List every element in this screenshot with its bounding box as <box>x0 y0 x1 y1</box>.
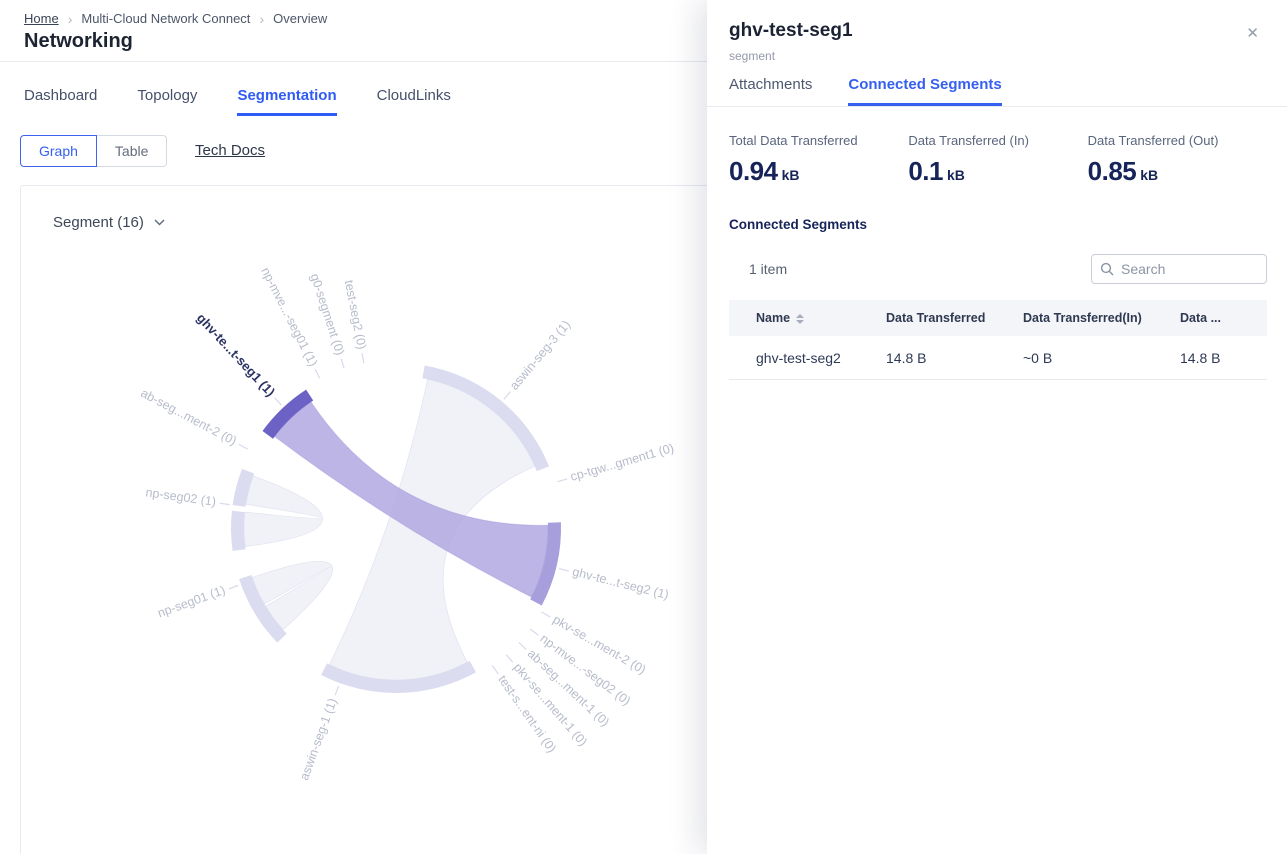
stat-value: 0.1 <box>908 156 943 186</box>
chord-tick <box>315 369 320 378</box>
table-row[interactable]: ghv-test-seg2 14.8 B ~0 B 14.8 B <box>729 336 1267 380</box>
column-header-data-in[interactable]: Data Transferred(In) <box>1023 311 1180 325</box>
stat-out: Data Transferred (Out) 0.85kB <box>1088 133 1267 187</box>
panel-header: ghv-test-seg1 ✕ segment Attachments Conn… <box>707 0 1287 106</box>
chord-tick <box>530 629 538 635</box>
chord-tick <box>504 392 510 400</box>
panel-title: ghv-test-seg1 <box>729 20 1265 42</box>
chevron-down-icon <box>154 219 165 226</box>
cell-data-out: 14.8 B <box>1180 350 1267 366</box>
tab-attachments[interactable]: Attachments <box>729 76 812 106</box>
breadcrumb-home-link[interactable]: Home <box>24 11 59 26</box>
table-view-button[interactable]: Table <box>97 135 167 167</box>
breadcrumb: Home › Multi-Cloud Network Connect › Ove… <box>24 11 327 26</box>
column-header-data-out[interactable]: Data ... <box>1180 311 1267 325</box>
segment-filter-dropdown[interactable]: Segment (16) <box>53 214 165 231</box>
chord-tick <box>542 612 551 617</box>
search-box <box>1091 254 1267 284</box>
graph-view-button[interactable]: Graph <box>20 135 97 167</box>
stats-row: Total Data Transferred 0.94kB Data Trans… <box>729 133 1267 187</box>
chord-label[interactable]: ghv-te...t-seg1 (1) <box>194 310 278 399</box>
stat-unit: kB <box>782 167 800 183</box>
chord-label[interactable]: test-seg2 (0) <box>342 279 369 351</box>
breadcrumb-separator-icon: › <box>68 12 73 26</box>
view-toggle: Graph Table <box>20 135 167 167</box>
sort-icon[interactable] <box>796 314 804 324</box>
chord-tick <box>519 643 526 650</box>
segment-filter-label: Segment (16) <box>53 214 144 231</box>
column-header-name[interactable]: Name <box>729 311 886 325</box>
stat-unit: kB <box>1140 167 1158 183</box>
chord-label[interactable]: np-seg01 (1) <box>156 583 227 620</box>
tab-cloudlinks[interactable]: CloudLinks <box>377 87 451 116</box>
column-header-data-transferred[interactable]: Data Transferred <box>886 311 1023 325</box>
chord-tick <box>506 655 513 663</box>
breadcrumb-item-overview: Overview <box>273 11 327 26</box>
chord-ribbon[interactable] <box>244 476 323 547</box>
breadcrumb-item-mcnc[interactable]: Multi-Cloud Network Connect <box>81 11 250 26</box>
tech-docs-link[interactable]: Tech Docs <box>195 142 265 159</box>
chord-label[interactable]: ghv-te...t-seg2 (1) <box>571 565 670 602</box>
main-tab-bar: Dashboard Topology Segmentation CloudLin… <box>24 87 451 116</box>
search-input[interactable] <box>1121 261 1251 277</box>
chord-label[interactable]: cp-tgw...gment1 (0) <box>569 441 676 484</box>
chord-tick <box>335 686 338 695</box>
chord-tick <box>362 353 364 363</box>
chord-tick <box>341 359 344 369</box>
item-count: 1 item <box>749 261 787 277</box>
panel-subtitle: segment <box>729 49 1265 63</box>
breadcrumb-separator-icon: › <box>259 12 264 26</box>
chord-tick <box>558 479 568 482</box>
stat-in: Data Transferred (In) 0.1kB <box>908 133 1087 187</box>
search-icon <box>1100 262 1114 276</box>
chord-label[interactable]: np-seg02 (1) <box>145 485 217 509</box>
cell-data-transferred: 14.8 B <box>886 350 1023 366</box>
tab-segmentation[interactable]: Segmentation <box>237 87 336 116</box>
cell-name[interactable]: ghv-test-seg2 <box>729 350 886 366</box>
panel-body: Total Data Transferred 0.94kB Data Trans… <box>707 107 1287 380</box>
connected-segments-table: Name Data Transferred Data Transferred(I… <box>729 300 1267 380</box>
tab-connected-segments[interactable]: Connected Segments <box>848 76 1001 106</box>
chord-arc[interactable] <box>231 511 246 551</box>
chord-label[interactable]: aswin-seg-1 (1) <box>297 696 340 782</box>
connected-segments-heading: Connected Segments <box>729 217 1267 232</box>
chord-tick <box>275 398 282 405</box>
chord-tick <box>239 444 248 449</box>
table-controls: 1 item <box>729 254 1267 284</box>
stat-total: Total Data Transferred 0.94kB <box>729 133 908 187</box>
segment-details-panel: ghv-test-seg1 ✕ segment Attachments Conn… <box>707 0 1287 854</box>
table-header-row: Name Data Transferred Data Transferred(I… <box>729 300 1267 336</box>
stat-value: 0.94 <box>729 156 778 186</box>
chord-label[interactable]: g0-segment (0) <box>308 272 348 357</box>
chord-diagram: aswin-seg-3 (1) cp-tgw...gment1 (0) ghv-te… <box>21 186 711 854</box>
stat-label: Data Transferred (Out) <box>1088 133 1267 148</box>
stat-unit: kB <box>947 167 965 183</box>
page-title: Networking <box>24 30 133 53</box>
chart-card-header: Segment (16) <box>53 214 165 231</box>
chord-label[interactable]: aswin-seg-3 (1) <box>507 318 573 393</box>
chord-tick <box>220 503 230 504</box>
chord-tick <box>559 569 569 572</box>
stat-label: Data Transferred (In) <box>908 133 1087 148</box>
panel-tab-bar: Attachments Connected Segments <box>729 76 1265 106</box>
cell-data-in: ~0 B <box>1023 350 1180 366</box>
chord-tick <box>229 586 238 589</box>
networking-page: Home › Multi-Cloud Network Connect › Ove… <box>0 0 1287 854</box>
close-icon[interactable]: ✕ <box>1246 24 1259 42</box>
tab-topology[interactable]: Topology <box>137 87 197 116</box>
stat-value: 0.85 <box>1088 156 1137 186</box>
stat-label: Total Data Transferred <box>729 133 908 148</box>
chord-tick <box>492 666 498 674</box>
tab-dashboard[interactable]: Dashboard <box>24 87 97 116</box>
chord-label[interactable]: ab-seg...ment-2 (0) <box>138 386 238 448</box>
